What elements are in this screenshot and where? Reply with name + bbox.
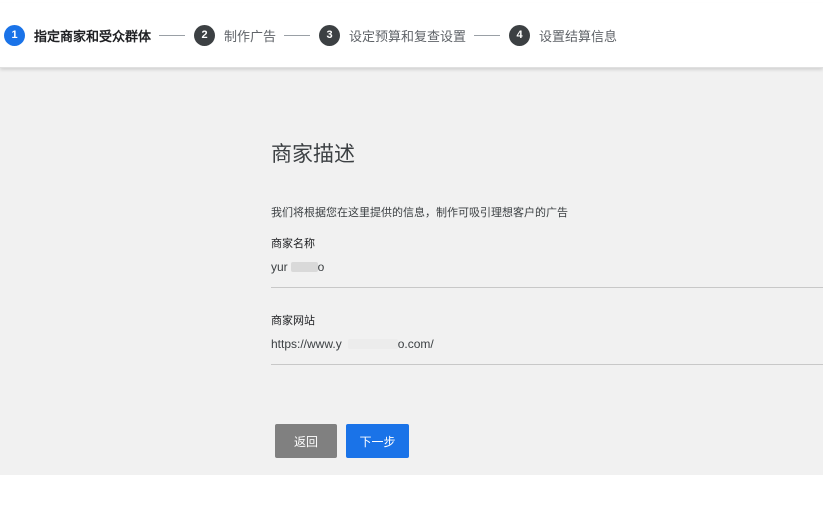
step-1-number: 1 [4,24,25,46]
step-4-number: 4 [509,24,531,46]
business-name-value-end: o [317,260,325,274]
step-2-create-ad[interactable]: 2 制作广告 [194,24,277,46]
step-3-budget[interactable]: 3 设定预算和复查设置 [319,24,467,46]
business-website-input[interactable]: https://www.y o.com/ [271,336,823,352]
business-website-underline [271,364,823,365]
main-content: 商家描述 我们将根据您在这里提供的信息，制作可吸引理想客户的广告 商家名称 yu… [0,68,823,475]
business-name-input[interactable]: yur o [271,259,823,275]
step-connector [159,34,186,36]
step-1-audience[interactable]: 1 指定商家和受众群体 [4,24,152,46]
business-website-value-start: https://www.y [271,337,342,351]
step-1-label: 指定商家和受众群体 [34,29,152,45]
section-title: 商家描述 [271,142,355,166]
step-3-label: 设定预算和复查设置 [349,29,467,45]
step-3-number: 3 [319,24,341,46]
business-name-label: 商家名称 [271,237,315,250]
section-description: 我们将根据您在这里提供的信息，制作可吸引理想客户的广告 [271,206,568,219]
redacted-text [347,339,398,349]
step-4-label: 设置结算信息 [539,29,618,45]
step-connector [284,34,311,36]
next-step-button[interactable]: 下一步 [346,424,409,458]
progress-stepper: 1 指定商家和受众群体 2 制作广告 3 设定预算和复查设置 4 设置结算信息 [0,3,823,68]
redacted-text [290,262,318,272]
business-website-label: 商家网站 [271,314,315,327]
business-website-value-end: o.com/ [397,337,434,351]
business-name-underline [271,287,823,288]
step-connector [474,34,501,36]
business-website-field[interactable]: 商家网站 https://www.y o.com/ [271,312,823,365]
step-2-label: 制作广告 [224,29,277,45]
step-4-billing[interactable]: 4 设置结算信息 [509,24,618,46]
business-name-value-start: yur [271,260,288,274]
step-2-number: 2 [194,24,216,46]
back-button[interactable]: 返回 [275,424,337,458]
business-name-field[interactable]: 商家名称 yur o [271,235,823,288]
